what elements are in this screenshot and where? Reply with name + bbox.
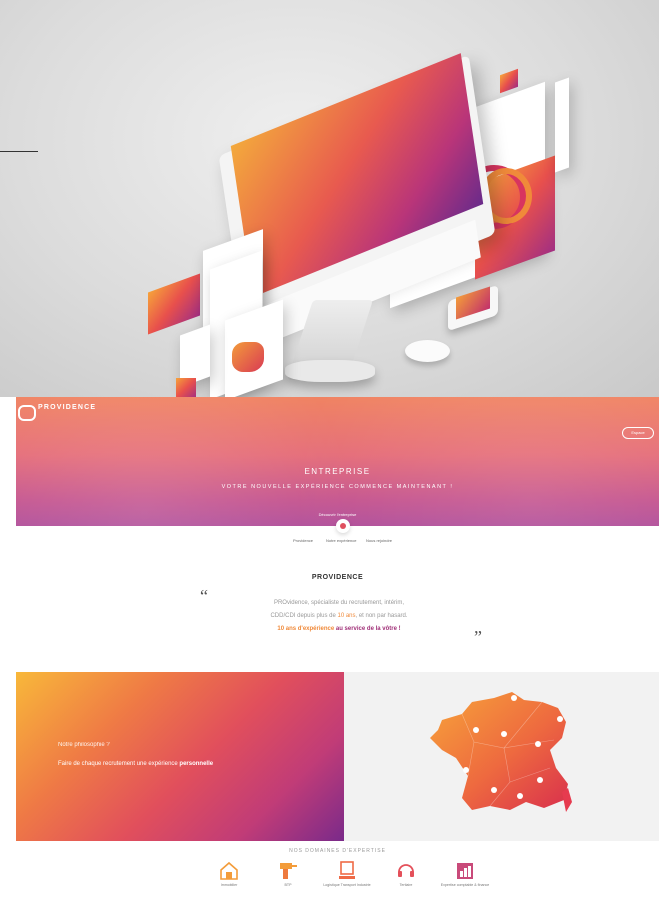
domain-label-finance[interactable]: Expertise comptable & finance <box>435 883 495 888</box>
scroll-arrow-icon <box>340 523 346 529</box>
drill-icon[interactable] <box>277 860 299 882</box>
logo-text[interactable]: PROVIDENCE <box>38 404 96 411</box>
scroll-label: Découvrir l'entreprise <box>318 512 357 517</box>
floating-logo-card <box>500 68 518 94</box>
login-button[interactable]: Espace <box>622 427 654 439</box>
tab-experience[interactable]: Notre expérience <box>326 538 356 543</box>
intro-line-1: PROvidence, spécialiste du recrutement, … <box>273 600 405 606</box>
philosophy-answer: Faire de chaque recrutement une expérien… <box>58 761 214 767</box>
philosophy-panel <box>16 672 344 841</box>
agency-pin[interactable] <box>557 716 563 722</box>
france-map[interactable] <box>344 672 659 841</box>
tab-join[interactable]: Nous rejoindre <box>366 538 392 543</box>
imac-base <box>285 360 375 382</box>
floating-card-small <box>148 273 200 335</box>
agency-pin[interactable] <box>501 731 507 737</box>
agency-pin[interactable] <box>511 695 517 701</box>
domain-label-immobilier[interactable]: Immobilier <box>199 883 259 888</box>
mockup-hero-image <box>0 0 659 397</box>
agency-pin[interactable] <box>491 787 497 793</box>
agency-pin[interactable] <box>473 727 479 733</box>
quote-close-icon: ” <box>474 627 482 647</box>
floating-sidebar-card <box>555 77 569 173</box>
section-title: PROVIDENCE <box>311 574 364 581</box>
agency-pin[interactable] <box>535 741 541 747</box>
headset-icon[interactable] <box>395 860 417 882</box>
domains-title: NOS DOMAINES D'EXPERTISE <box>289 848 386 854</box>
agency-pin[interactable] <box>463 767 469 773</box>
house-icon[interactable] <box>218 860 240 882</box>
agency-pin[interactable] <box>517 793 523 799</box>
decor-line <box>0 151 38 152</box>
header-banner <box>16 397 659 526</box>
page-title: ENTREPRISE <box>304 467 371 476</box>
finance-icon[interactable] <box>454 860 476 882</box>
domain-label-btp[interactable]: BTP <box>258 883 318 888</box>
logistics-icon[interactable] <box>336 860 358 882</box>
mouse-device <box>405 340 450 362</box>
agency-pin[interactable] <box>537 777 543 783</box>
map-panel <box>344 672 659 841</box>
france-map-mini <box>232 342 264 372</box>
france-shape <box>430 692 568 810</box>
domain-label-logistique[interactable]: Logistique Transport Industrie <box>317 883 377 888</box>
domain-label-tertiaire[interactable]: Tertiaire <box>376 883 436 888</box>
philosophy-question: Notre philosophie ? <box>58 742 110 748</box>
intro-line-3: 10 ans d'expérience au service de la vôt… <box>277 626 401 632</box>
floating-logo-tile <box>176 378 196 397</box>
page-subtitle: VOTRE NOUVELLE EXPÉRIENCE COMMENCE MAINT… <box>221 484 454 490</box>
tab-providence[interactable]: Providence <box>293 538 313 543</box>
logo-icon[interactable] <box>18 405 36 421</box>
intro-line-2: CDD/CDI depuis plus de 10 ans, et non pa… <box>270 613 408 619</box>
